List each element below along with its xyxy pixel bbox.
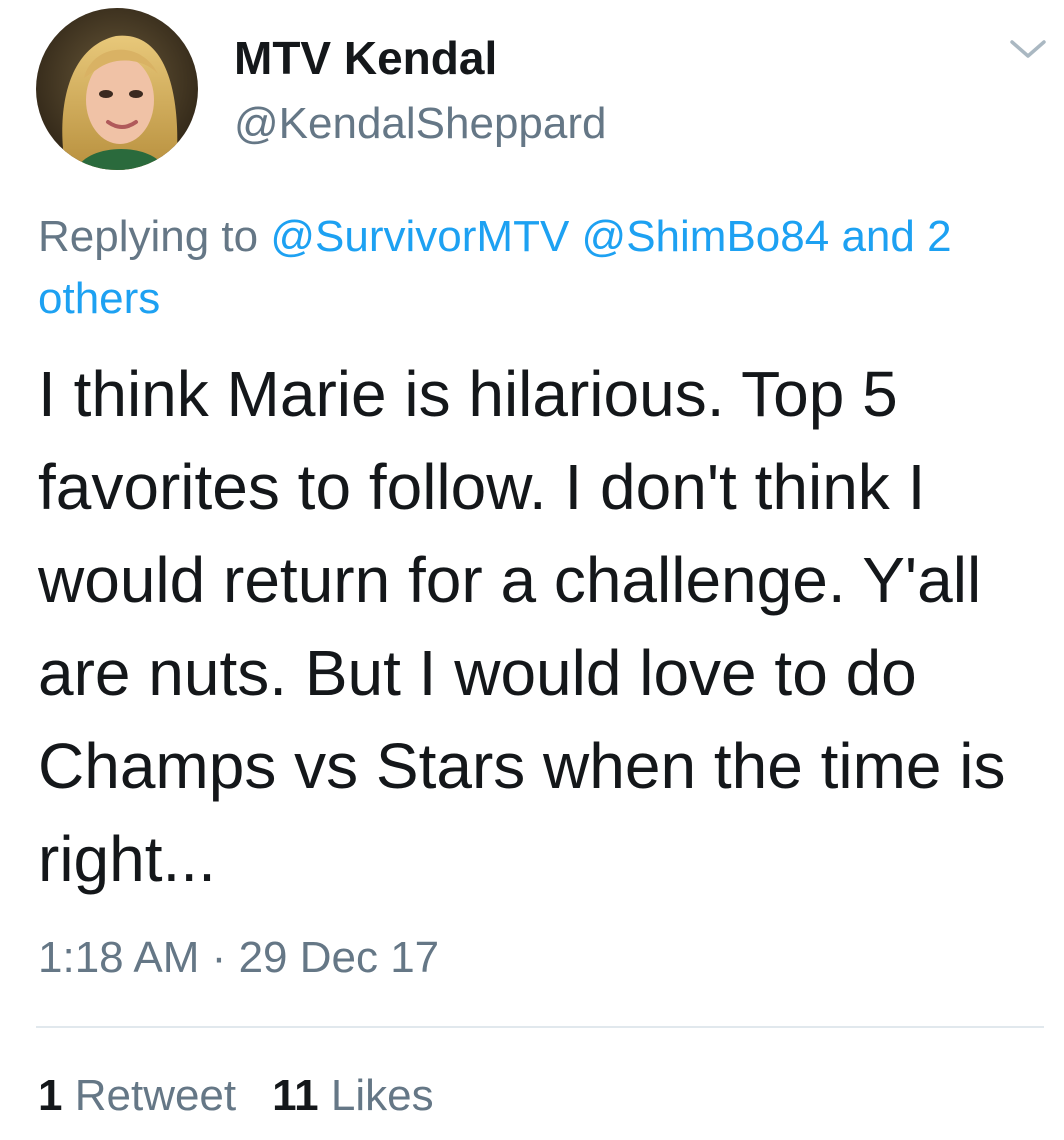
timestamp[interactable]: 1:18 AM · 29 Dec 17 xyxy=(38,928,439,988)
like-label: Likes xyxy=(330,1071,434,1120)
reply-context: Replying to @SurvivorMTV @ShimBo84 and 2… xyxy=(38,206,1038,330)
retweet-count: 1 xyxy=(38,1071,63,1120)
like-count: 11 xyxy=(272,1071,319,1120)
tweet-text: I think Marie is hilarious. Top 5 favori… xyxy=(38,358,1006,895)
retweet-label: Retweet xyxy=(74,1071,237,1120)
retweets-count-link[interactable]: 1 Retweet xyxy=(38,1071,236,1120)
engagement-stats: 1 Retweet 11 Likes xyxy=(38,1066,434,1126)
display-name[interactable]: MTV Kendal xyxy=(234,30,497,86)
divider xyxy=(36,1026,1044,1028)
avatar[interactable] xyxy=(36,8,198,170)
separator-dot: · xyxy=(211,933,227,982)
profile-photo xyxy=(36,8,198,170)
chevron-down-icon[interactable] xyxy=(1008,36,1048,64)
mention-link[interactable]: @SurvivorMTV xyxy=(270,212,569,261)
reply-prefix: Replying to xyxy=(38,212,259,261)
user-handle[interactable]: @KendalSheppard xyxy=(234,96,607,152)
tweet-time: 1:18 AM xyxy=(38,933,200,982)
tweet-date: 29 Dec 17 xyxy=(238,933,440,982)
mention-link[interactable]: @ShimBo84 xyxy=(582,212,830,261)
likes-count-link[interactable]: 11 Likes xyxy=(272,1071,433,1120)
